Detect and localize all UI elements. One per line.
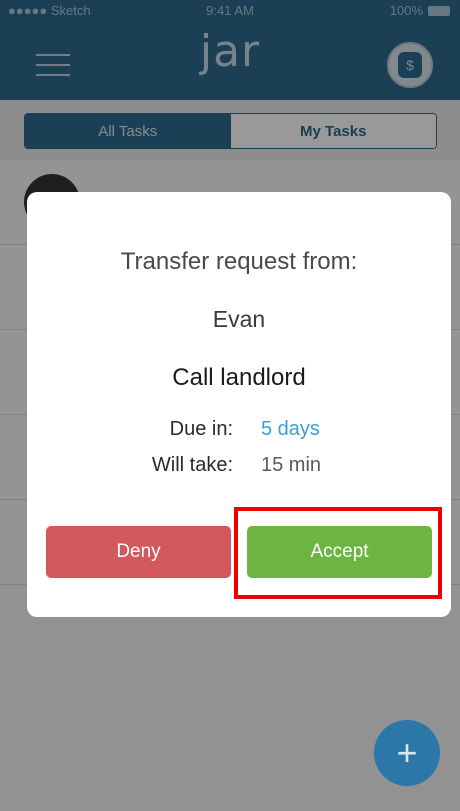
dialog-title: Transfer request from:	[120, 248, 358, 275]
due-label: Due in:	[169, 418, 233, 440]
task-name: Call landlord	[172, 364, 306, 391]
due-value: 5 days	[261, 418, 320, 440]
add-task-button[interactable]: +	[374, 720, 440, 786]
plus-icon: +	[396, 732, 418, 773]
sender-name: Evan	[212, 306, 266, 332]
duration-label: Will take:	[151, 454, 233, 476]
accept-highlight-box	[234, 507, 442, 599]
deny-button[interactable]: Deny	[46, 526, 231, 578]
duration-value: 15 min	[261, 454, 322, 476]
